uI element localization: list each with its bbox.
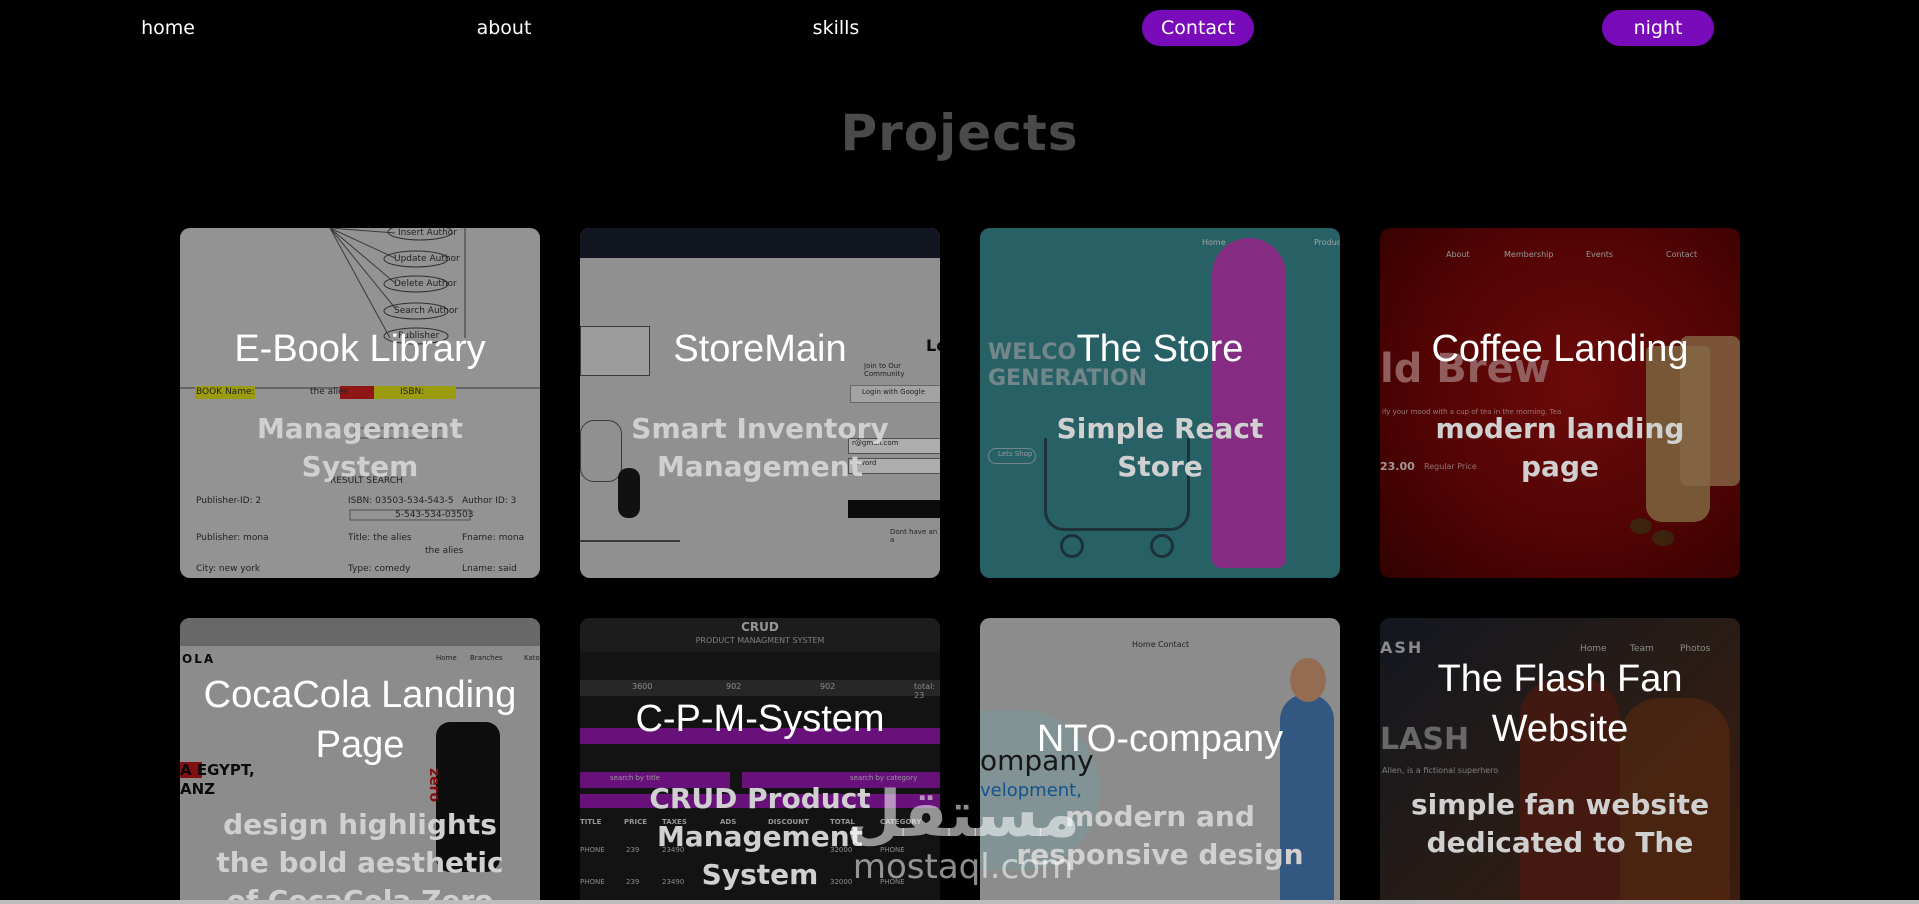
top-nav: home about skills Contact night — [0, 0, 1919, 56]
project-description: Smart Inventory Management — [631, 412, 889, 483]
project-card-flash-fan[interactable]: ASH Home Team Photos LASH Allen, is a fi… — [1380, 618, 1740, 904]
project-description: Simple React Store — [1056, 412, 1264, 483]
nav-contact-button[interactable]: Contact — [1142, 10, 1254, 46]
night-mode-button[interactable]: night — [1602, 10, 1714, 46]
project-card-coffee-landing[interactable]: About Membership Events Contact ld Brew … — [1380, 228, 1740, 578]
project-description: modern landing page — [1435, 412, 1685, 483]
mostaql-watermark: مستقل mostaql.com — [838, 782, 1088, 892]
project-title: StoreMain — [673, 328, 847, 370]
project-title: C-P-M-System — [635, 698, 885, 740]
project-title: CocaCola Landing Page — [203, 674, 517, 766]
card-overlay — [980, 228, 1340, 578]
project-description: simple fan website dedicated to The — [1410, 788, 1710, 859]
page-bottom-edge — [0, 900, 1919, 904]
project-title: E-Book Library — [234, 328, 486, 370]
card-overlay — [580, 228, 940, 578]
watermark-latin: mostaql.com — [852, 847, 1074, 887]
project-card-ebook-library[interactable]: Insert Author Update Author Delete Autho… — [180, 228, 540, 578]
page: home about skills Contact night Projects — [0, 0, 1919, 904]
card-overlay — [180, 228, 540, 578]
nav-home-link[interactable]: home — [120, 10, 216, 46]
project-title: The Flash Fan Website — [1437, 658, 1683, 750]
watermark-arabic: مستقل — [845, 778, 1081, 852]
nav-about-link[interactable]: about — [456, 10, 552, 46]
project-card-the-store[interactable]: Home Product WELCO GENERATION Lets Shop … — [980, 228, 1340, 578]
project-card-storemain[interactable]: Lo Join to Our Community Login with Goog… — [580, 228, 940, 578]
card-overlay — [1380, 228, 1740, 578]
projects-title: Projects — [840, 104, 1079, 162]
project-description: Management System — [256, 412, 464, 483]
project-title: Coffee Landing — [1431, 328, 1689, 370]
project-card-cocacola[interactable]: OLA Home Branches Kato A EGYPT, ANZ zero… — [180, 618, 540, 904]
nav-skills-link[interactable]: skills — [788, 10, 884, 46]
project-title: The Store — [1076, 328, 1244, 370]
project-title: NTO-company — [1036, 718, 1284, 760]
project-description: design highlights the bold aesthetic of … — [216, 808, 504, 904]
